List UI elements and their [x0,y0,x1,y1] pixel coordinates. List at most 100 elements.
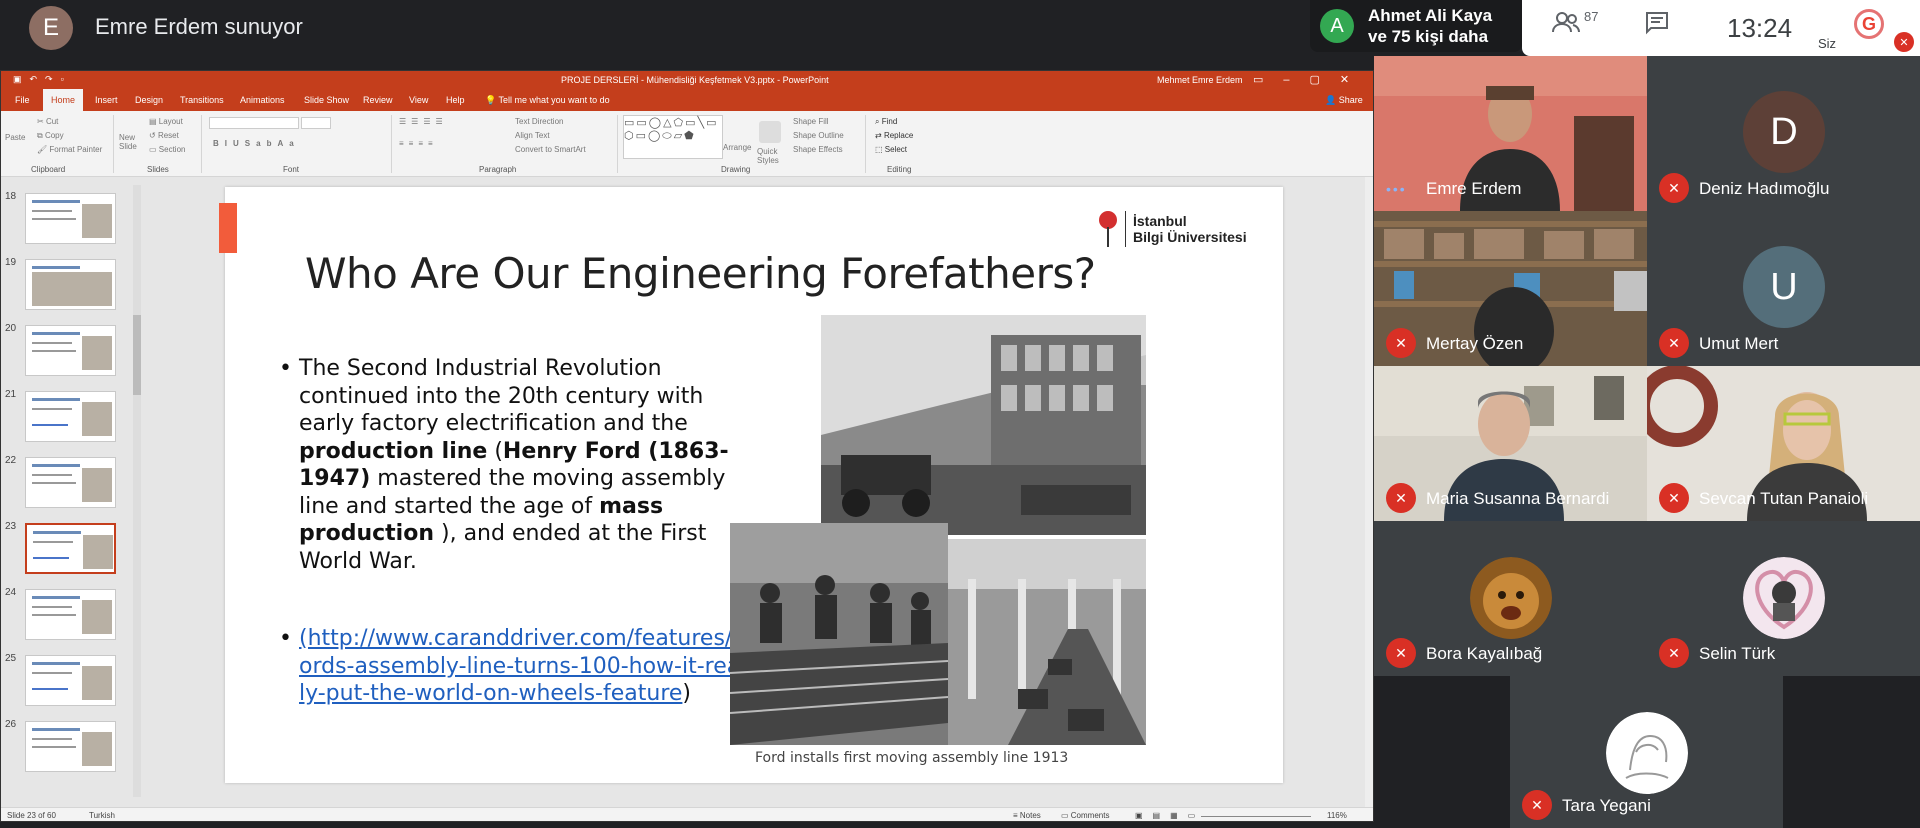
zoom-slider[interactable] [1201,816,1311,817]
shapes-gallery[interactable]: ▭▭◯△⬠▭╲▭ ⬡▭◯⬭▱⬟ [623,115,723,159]
align-text-button[interactable]: Align Text [515,131,550,140]
align-buttons[interactable]: ≡≡≡≡ [399,139,438,148]
document-title: PROJE DERSLERİ - Mühendisliği Keşfetmek … [561,75,829,85]
reference-link[interactable]: (http://www.caranddriver.com/features/fo… [299,626,746,706]
view-buttons[interactable]: ▣▤▦▭ [1135,811,1205,820]
participant-name: Umut Mert [1699,334,1779,353]
reset-button[interactable]: ↺ Reset [149,131,179,140]
participant-tile[interactable]: ✕ Selin Türk [1647,521,1920,676]
paragraph-buttons[interactable]: ☰☰☰☰ [399,117,448,126]
layout-button[interactable]: ▤ Layout [149,117,183,126]
mic-off-icon: ✕ [1894,32,1914,52]
new-slide-button[interactable]: New Slide [119,133,145,151]
thumbnails-scrollbar[interactable] [133,185,141,797]
tab-transitions[interactable]: Transitions [180,95,224,105]
slide-bullets: The Second Industrial Revolution continu… [279,355,749,708]
slide-thumbnail[interactable] [25,457,116,508]
photo-caption: Ford installs first moving assembly line… [755,750,1069,766]
shape-outline-button[interactable]: Shape Outline [793,131,844,140]
tab-home[interactable]: Home [43,89,84,111]
replace-button[interactable]: ⇄ Replace [875,131,913,140]
slide-thumbnail[interactable] [25,193,116,244]
cut-button[interactable]: ✂ Cut [37,117,58,126]
font-size-box[interactable] [301,117,331,129]
format-painter-button[interactable]: 🖌 Format Painter [37,145,102,154]
participant-name: Sevcan Tutan Panaioli [1699,489,1869,508]
bullet-text: ) [682,681,692,706]
scrollbar-thumb[interactable] [133,315,141,395]
participant-name: Mertay Özen [1426,334,1524,353]
slide-scrollbar[interactable] [1365,177,1373,807]
window-controls[interactable]: ▭–▢✕ [1253,73,1369,86]
comments-button[interactable]: ▭ Comments [1061,811,1109,820]
shape-fill-button[interactable]: Shape Fill [793,117,829,126]
font-name-box[interactable] [209,117,299,129]
user-name[interactable]: Mehmet Emre Erdem [1157,75,1243,85]
tell-me-search[interactable]: 💡 Tell me what you want to do [485,95,610,106]
participant-tile[interactable]: U ✕ Umut Mert [1647,211,1920,366]
reset-label: Reset [157,131,179,140]
quick-styles-label: Quick Styles [757,147,779,165]
paste-button[interactable]: Paste [5,133,25,142]
participant-tile[interactable]: ••• Emre Erdem [1374,56,1647,211]
quick-access-icons[interactable]: ▣↶↷▫ [13,74,72,85]
tab-file[interactable]: File [15,95,30,105]
notes-button[interactable]: ≡ Notes [1013,811,1041,820]
zoom-level[interactable]: 116% [1327,811,1347,820]
find-button[interactable]: ⌕ Find [875,117,897,127]
notes-label: Notes [1019,811,1041,820]
tab-review[interactable]: Review [363,95,393,105]
participant-tile[interactable]: ✕ Bora Kayalıbağ [1374,521,1647,676]
font-format-buttons[interactable]: BIUSabAa [213,139,300,148]
slide-thumbnail[interactable] [25,259,116,310]
logo-line2: Bilgi Üniversitesi [1133,229,1247,245]
tab-help[interactable]: Help [446,95,465,105]
ribbon: Paste ✂ Cut ⧉ Copy 🖌 Format Painter Clip… [1,111,1373,177]
editing-group-label: Editing [887,165,912,174]
participant-tile[interactable]: ✕ Sevcan Tutan Panaioli [1647,366,1920,521]
shape-effects-button[interactable]: Shape Effects [793,145,843,154]
participant-tile[interactable]: D ✕ Deniz Hadımoğlu [1647,56,1920,211]
slide-thumbnail[interactable] [25,391,116,442]
share-button[interactable]: 👤 Share [1325,95,1363,106]
participant-avatar [1470,557,1552,639]
text-direction-button[interactable]: Text Direction [515,117,563,126]
active-speaker-box[interactable]: A Ahmet Ali Kaya ve 75 kişi daha [1310,0,1522,52]
quick-styles-icon[interactable] [759,121,781,143]
slide-thumbnails-pane[interactable]: 18 19 20 21 22 23 24 25 26 [1,177,145,807]
mic-off-icon: ✕ [1659,483,1689,513]
people-icon[interactable] [1552,10,1580,43]
select-button[interactable]: ⬚ Select [875,145,907,154]
font-group-label: Font [283,165,300,174]
comments-label: Comments [1070,811,1110,820]
copy-button[interactable]: ⧉ Copy [37,131,64,141]
thumb-number: 19 [5,257,17,268]
slide-thumbnail[interactable] [25,655,116,706]
participant-tile[interactable]: ✕ Maria Susanna Bernardi [1374,366,1647,521]
slide-thumbnail[interactable] [25,721,116,772]
participant-tile[interactable]: ✕ Tara Yegani [1510,676,1783,828]
language-indicator[interactable]: Turkish [89,811,115,820]
participant-count: 87 [1584,9,1599,24]
clock: 13:24 [1727,13,1793,43]
more-dots-icon[interactable]: ••• [1386,181,1407,197]
slide-thumbnail[interactable] [25,589,116,640]
smartart-button[interactable]: Convert to SmartArt [515,145,586,154]
tab-insert[interactable]: Insert [95,95,118,105]
chat-icon[interactable] [1644,10,1670,43]
section-button[interactable]: ▭ Section [149,145,185,154]
self-avatar[interactable]: G [1854,9,1884,39]
participant-tile[interactable]: ✕ Mertay Özen [1374,211,1647,366]
find-label: Find [881,117,898,126]
participant-name: Selin Türk [1699,644,1776,663]
slide[interactable]: İstanbul Bilgi Üniversitesi Who Are Our … [219,187,1283,783]
speaker-name: Ahmet Ali Kaya ve 75 kişi daha [1368,5,1492,47]
tab-view[interactable]: View [409,95,428,105]
slide-thumbnail[interactable] [25,325,116,376]
tab-design[interactable]: Design [135,95,163,105]
tab-slide-show[interactable]: Slide Show [304,95,349,105]
tab-animations[interactable]: Animations [240,95,285,105]
slide-thumbnail-selected[interactable] [25,523,116,574]
speaker-avatar: A [1320,9,1354,43]
arrange-button[interactable]: Arrange [723,143,751,152]
